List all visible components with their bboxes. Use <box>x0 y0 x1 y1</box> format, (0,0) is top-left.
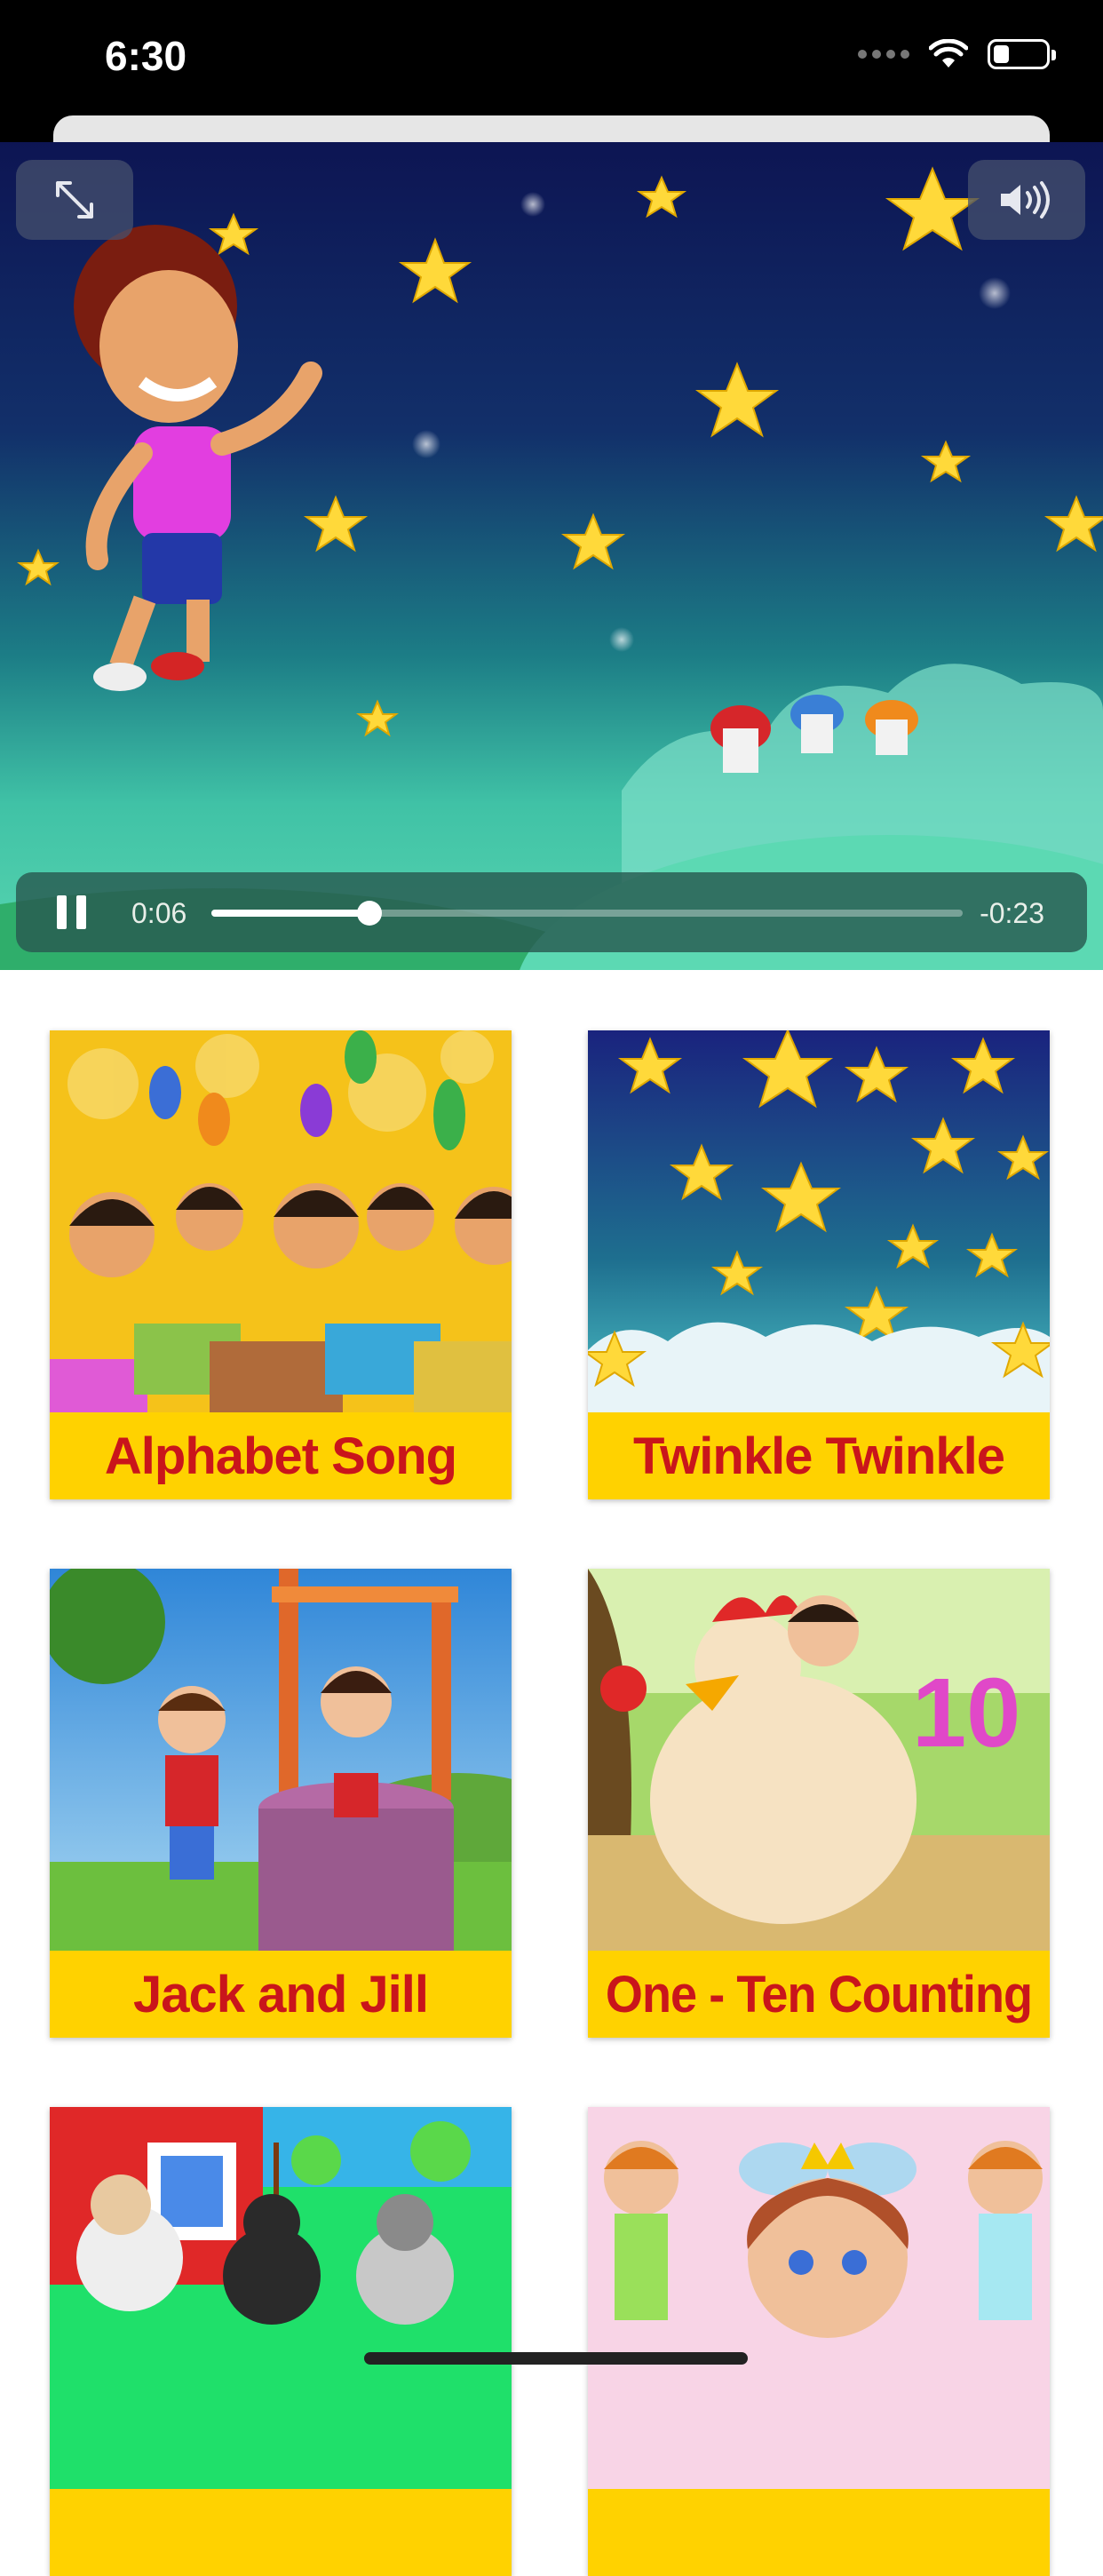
video-card[interactable] <box>588 2107 1050 2576</box>
playback-controls: 0:06 -0:23 <box>16 872 1087 952</box>
video-player[interactable]: 0:06 -0:23 <box>0 142 1103 970</box>
video-thumbnail <box>50 1569 512 1951</box>
volume-button[interactable] <box>968 160 1085 240</box>
speaker-icon <box>1001 181 1050 219</box>
progress-knob[interactable] <box>356 901 382 926</box>
progress-slider[interactable] <box>211 901 963 926</box>
video-card[interactable]: Jack and Jill <box>50 1569 512 2038</box>
video-title <box>588 2489 1050 2576</box>
video-title <box>50 2489 512 2576</box>
home-indicator[interactable] <box>364 2352 748 2365</box>
video-card[interactable]: 10 One - Ten Counting <box>588 1569 1050 2038</box>
video-title: Jack and Jill <box>50 1951 512 2038</box>
battery-icon <box>988 39 1056 69</box>
video-thumbnail: 10 <box>588 1569 1050 1951</box>
video-thumbnail <box>588 1030 1050 1412</box>
video-thumbnail <box>588 2107 1050 2489</box>
video-grid: Alphabet Song Twinkle Twinkle Jack and J… <box>0 970 1103 2576</box>
video-card[interactable]: Twinkle Twinkle <box>588 1030 1050 1499</box>
video-title: One - Ten Counting <box>603 1951 1035 2038</box>
progress-fill <box>211 910 369 917</box>
status-icons <box>858 39 1056 69</box>
signal-icon <box>858 50 909 59</box>
video-frame <box>0 166 1103 970</box>
wifi-icon <box>929 39 968 68</box>
svg-text:10: 10 <box>912 1658 1020 1768</box>
video-title: Alphabet Song <box>50 1412 512 1499</box>
elapsed-time: 0:06 <box>131 897 187 929</box>
video-card[interactable]: Alphabet Song <box>50 1030 512 1499</box>
remaining-time: -0:23 <box>980 897 1044 929</box>
pause-button[interactable] <box>57 895 89 929</box>
video-thumbnail <box>50 2107 512 2489</box>
expand-arrows-icon <box>56 181 93 219</box>
fullscreen-button[interactable] <box>16 160 133 240</box>
video-thumbnail <box>50 1030 512 1412</box>
status-time: 6:30 <box>105 33 187 79</box>
video-card[interactable] <box>50 2107 512 2576</box>
video-title: Twinkle Twinkle <box>588 1412 1050 1499</box>
